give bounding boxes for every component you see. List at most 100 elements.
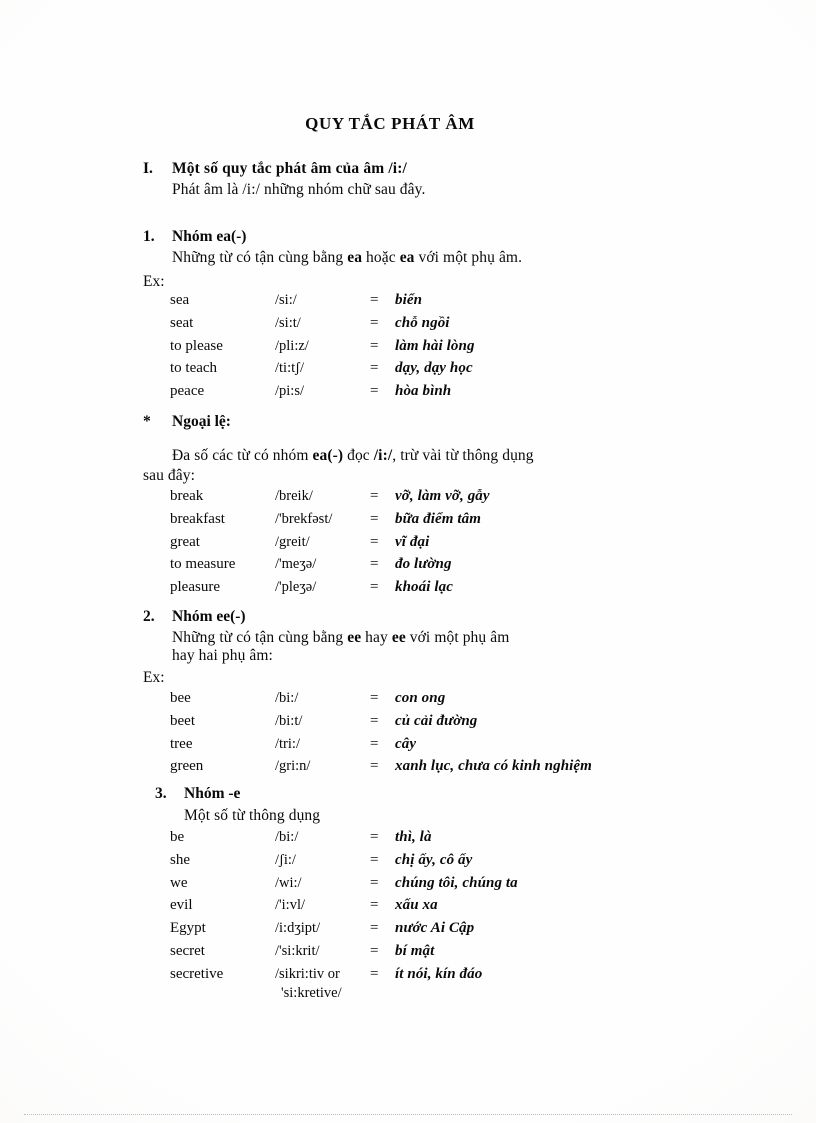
group-1-row: to teach/ti:tʃ/ = dạy, dạy học [170,359,475,382]
exception-phonetic: /greit/ [275,533,310,550]
group-1-word-table: sea/si:/ = biển seat/si:t/ = chỗ ngồi to pleas… [170,291,475,405]
exception-equals: = [370,510,379,527]
group-2-equals: = [370,758,379,775]
group-1-phonetic: /si:/ [275,292,297,308]
group-1: 1. Nhóm ea(-) Những từ có tận cùng bằng … [143,228,763,267]
group-2-rule-line2: hay hai phụ âm: [172,647,273,664]
group-2-rule-mid: hay [361,629,392,646]
group-1-translation: chỗ ngồi [395,314,450,331]
group-3-row: be/bi:/ = thì, là [170,828,518,851]
group-2-word: bee [170,690,191,706]
group-2-rule-post: với một phụ âm [405,629,510,646]
group-2-translation: cây [395,735,417,752]
group-3-phonetic-line2: 'si:kretive/ [281,984,342,1001]
group-3-word: secretive [170,965,224,982]
group-2-rule: Những từ có tận cùng bằng ee hay ee với … [172,629,763,647]
group-3-marker: 3. [155,785,167,802]
exception-equals: = [370,556,379,573]
exception-equals: = [370,579,379,596]
group-1-word: sea [170,292,190,308]
group-3-translation: nước Ai Cập [395,920,475,937]
exception-row: pleasure /'pleʒə/ = khoái lạc [170,578,490,601]
group-3-row: Egypt/i:dʒipt/ = nước Ai Cập [170,919,518,942]
group-3-equals: = [370,829,379,845]
group-3-translation: bí mật [395,942,435,959]
group-3-phonetic: /bi:/ [275,829,299,845]
exception-word: breakfast [170,510,225,527]
group-2-marker: 2. [143,608,155,625]
group-1-translation: làm hài lòng [395,337,475,354]
exception-note-post: , trừ vài từ thông dụng [392,447,534,464]
group-1-phonetic: /pli:z/ [275,337,309,354]
group-3-phonetic: /'si:krit/ [275,942,320,959]
exception-note-bold-1: ea(-) [312,447,344,464]
group-3-word: be [170,829,185,845]
page-title: QUY TẮC PHÁT ÂM [305,114,475,133]
exception-phonetic: /breik/ [275,488,313,504]
group-3-row: we/wi:/ = chúng tôi, chúng ta [170,874,518,897]
group-1-equals: = [370,292,379,308]
exception-row: break/breik/ = vỡ, làm vỡ, gẫy [170,487,490,510]
group-3-equals: = [370,920,379,937]
group-3-equals: = [370,897,379,914]
group-1-rule-mid: hoặc [362,249,400,266]
group-1-rule-post: với một phụ âm. [414,249,523,266]
group-3-equals: = [370,851,379,868]
exception-phonetic: /'meʒə/ [275,556,317,573]
group-2-phonetic: /tri:/ [275,735,300,752]
group-1-equals: = [370,337,379,354]
group-2-row: green/gri:n/ = xanh lục, chưa có kinh nghi… [170,757,592,780]
group-1-row: peace/pi:s/ = hòa bình [170,382,475,405]
exception-phonetic: /'pleʒə/ [275,579,317,596]
section-I-heading: Một số quy tắc phát âm của âm /i:/ [172,160,408,177]
section-I-intro: Phát âm là /i:/ những nhóm chữ sau đây. [172,181,426,198]
group-3-word-table: be/bi:/= thì, là she/ʃi:/= chị ấy, cô ấy we /… [170,828,518,1006]
group-3-row: she/ʃi:/ = chị ấy, cô ấy [170,851,518,874]
group-2-translation: con ong [395,690,446,706]
exception-row: breakfast /'brekfəst/ = bữa điểm tâm [170,510,490,533]
group-2-equals: = [370,712,379,729]
exception-marker: * [143,413,151,430]
group-1-word: to please [170,337,223,354]
exception-word-table: break/breik/ = vỡ, làm vỡ, gẫy breakfast /'b… [170,487,490,601]
exception-word: pleasure [170,579,220,596]
group-3-subtitle: Một số từ thông dụng [184,807,321,824]
page-bottom-rule [24,1114,792,1116]
exception-translation: vỡ, làm vỡ, gẫy [395,488,490,504]
exception-row: great/greit/ = vĩ đại [170,533,490,556]
section-I-marker: I. [143,160,153,177]
group-1-word: seat [170,314,194,331]
group-3: 3. Nhóm -e Một số từ thông dụng [155,785,775,825]
group-1-phonetic: /ti:tʃ/ [275,360,304,377]
group-3-word: she [170,851,190,868]
group-3-phonetic: /wi:/ [275,874,302,891]
exception-heading: Ngoại lệ: [172,413,231,430]
group-2-translation: xanh lục, chưa có kinh nghiệm [395,758,592,775]
group-2-heading: Nhóm ee(-) [172,608,246,625]
group-3-phonetic: /'i:vl/ [275,897,306,914]
group-3-row: secret /'si:krit/ = bí mật [170,942,518,965]
section-I: I. Một số quy tắc phát âm của âm /i:/ Ph… [143,160,763,199]
group-3-translation: xấu xa [395,897,438,914]
exception-phonetic: /'brekfəst/ [275,510,333,527]
exception-equals: = [370,533,379,550]
group-2-phonetic: /bi:t/ [275,712,303,729]
exception-note-line2: sau đây: [143,467,196,484]
group-1-equals: = [370,314,379,331]
group-3-heading: Nhóm -e [184,785,241,802]
group-3-word: secret [170,942,205,959]
group-2-word: tree [170,735,193,752]
group-1-word: peace [170,383,205,400]
group-3-equals: = [370,942,379,959]
group-1-phonetic: /pi:s/ [275,383,305,400]
group-1-translation: dạy, dạy học [395,360,473,377]
group-2-row: bee/bi:/ = con ong [170,689,592,712]
group-3-equals: = [370,874,379,891]
group-1-rule: Những từ có tận cùng bằng ea hoặc ea với… [172,249,763,267]
group-2-row: tree/tri:/ = cây [170,735,592,758]
group-3-phonetic: /sikri:tiv or'si:kretive/ [275,965,370,1006]
group-2-rule-bold-2: ee [391,629,406,646]
group-2-word: green [170,758,204,775]
group-3-word: we [170,874,188,891]
group-1-rule-bold-2: ea [399,249,415,266]
